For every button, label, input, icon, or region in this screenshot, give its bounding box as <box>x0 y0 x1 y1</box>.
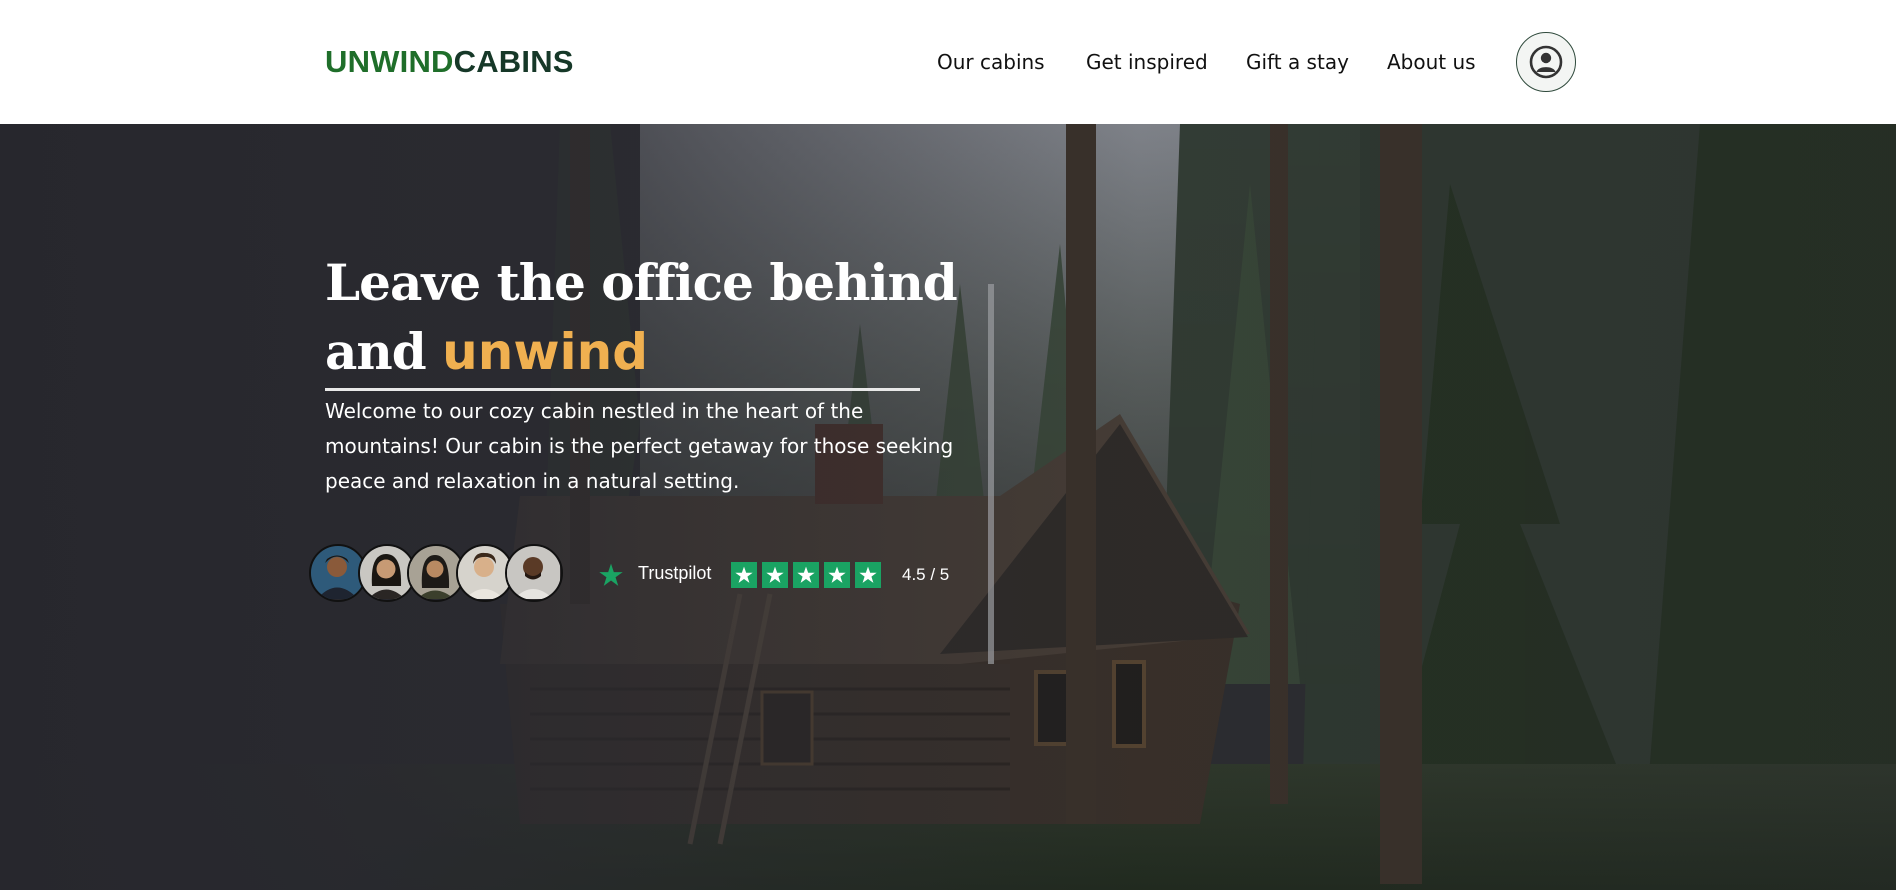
rating-star <box>824 562 850 588</box>
user-circle-icon <box>1529 45 1563 79</box>
headline-divider <box>325 388 920 391</box>
nav-our-cabins[interactable]: Our cabins <box>937 46 1045 78</box>
rating-star <box>793 562 819 588</box>
star-icon <box>859 566 877 583</box>
hero-headline: Leave the office behind and unwind <box>325 248 958 387</box>
nav-gift-a-stay[interactable]: Gift a stay <box>1246 46 1349 78</box>
trustpilot-star-icon <box>599 563 623 586</box>
forest-cabin-photo <box>0 124 1896 890</box>
star-icon <box>797 566 815 583</box>
brand-logo-part1: UNWIND <box>325 44 454 79</box>
rating-score: 4.5 / 5 <box>902 565 950 584</box>
brand-logo-part2: CABINS <box>453 44 574 79</box>
guest-avatar-1 <box>311 546 364 599</box>
guest-avatar <box>505 544 563 602</box>
guest-avatar-2 <box>360 546 413 599</box>
guest-avatar-4 <box>458 546 511 599</box>
trustpilot-label: Trustpilot <box>638 563 712 583</box>
headline-line2: and <box>325 322 427 381</box>
rating-star <box>762 562 788 588</box>
nav-about-us[interactable]: About us <box>1387 46 1476 78</box>
star-icon <box>735 566 753 583</box>
nav-get-inspired[interactable]: Get inspired <box>1086 46 1208 78</box>
site-header: UNWINDCABINS Our cabins Get inspired Gif… <box>0 0 1896 124</box>
brand-logo[interactable]: UNWINDCABINS <box>325 42 574 82</box>
guest-avatar-5 <box>507 546 560 599</box>
account-button[interactable] <box>1516 32 1576 92</box>
rating-star <box>731 562 757 588</box>
guest-avatar-3 <box>409 546 462 599</box>
rating-star <box>855 562 881 588</box>
hero-intro-text: Welcome to our cozy cabin nestled in the… <box>325 399 954 493</box>
hero-section: Leave the office behind and unwind Welco… <box>0 124 1896 890</box>
headline-line1: Leave the office behind <box>325 253 958 312</box>
star-icon <box>766 566 784 583</box>
star-icon <box>828 566 846 583</box>
headline-accent: unwind <box>442 323 649 381</box>
